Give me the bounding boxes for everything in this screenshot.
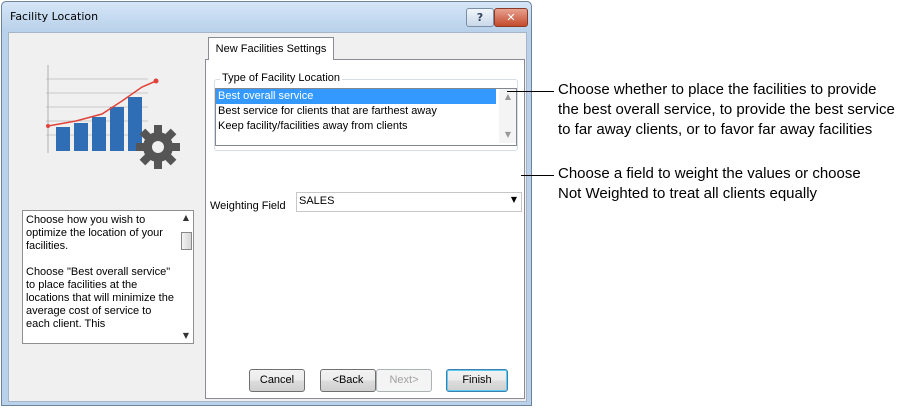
weighting-field-label: Weighting Field <box>210 200 286 212</box>
facility-type-list[interactable]: Best overall service Best service for cl… <box>215 88 517 146</box>
settings-tab-area: New Facilities Settings Type of Facility… <box>205 37 525 399</box>
tab-panel: Type of Facility Location Best overall s… <box>205 59 525 399</box>
scroll-down-icon[interactable]: ▼ <box>501 128 515 142</box>
left-panel: Choose how you wish to optimize the loca… <box>14 37 197 399</box>
scroll-down-icon[interactable]: ▼ <box>179 329 193 343</box>
callout-leader-line <box>521 175 554 176</box>
cancel-button[interactable]: Cancel <box>249 369 305 392</box>
weighting-callout: Choose a field to weight the values or c… <box>558 164 898 204</box>
help-scrollbar[interactable]: ▲ ▼ <box>179 211 193 343</box>
callout-line: Not Weighted to treat all clients equall… <box>558 185 818 202</box>
help-text-box[interactable]: Choose how you wish to optimize the loca… <box>22 210 194 344</box>
weighting-field-value: SALES <box>299 195 335 207</box>
callout-line: Choose a field to weight the values or c… <box>558 165 861 182</box>
title-bar: Facility Location ? ✕ <box>2 2 531 31</box>
back-button[interactable]: <Back <box>320 369 376 392</box>
facility-type-group: Type of Facility Location Best overall s… <box>214 72 518 151</box>
type-callout: Choose whether to place the facilities t… <box>558 80 898 140</box>
chevron-down-icon[interactable]: ▼ <box>511 195 517 204</box>
list-scrollbar[interactable]: ▲ ▼ <box>499 89 516 143</box>
help-button[interactable]: ? <box>466 8 494 27</box>
facility-location-dialog: Facility Location ? ✕ Choose how you wis… <box>1 1 532 406</box>
finish-button[interactable]: Finish <box>446 369 508 392</box>
facility-type-label: Type of Facility Location <box>220 72 343 84</box>
dialog-body: Choose how you wish to optimize the loca… <box>8 32 527 402</box>
close-button[interactable]: ✕ <box>494 8 528 27</box>
help-paragraph: Choose how you wish to optimize the loca… <box>26 214 163 252</box>
window-title: Facility Location <box>10 10 99 23</box>
wizard-illustration <box>18 37 192 205</box>
bar-chart-with-gear-icon <box>46 65 180 169</box>
scroll-up-icon[interactable]: ▲ <box>179 211 193 225</box>
help-text: Choose how you wish to optimize the loca… <box>26 214 176 340</box>
tab-new-facilities-settings[interactable]: New Facilities Settings <box>208 37 334 60</box>
callout-leader-line <box>507 91 554 92</box>
next-button[interactable]: Next> <box>376 369 432 392</box>
list-item[interactable]: Best overall service <box>216 89 496 104</box>
callout-line: the best overall service, to provide the… <box>558 101 895 118</box>
help-paragraph: Choose "Best overall service" to place f… <box>26 266 174 330</box>
scroll-up-icon[interactable]: ▲ <box>501 90 515 104</box>
weighting-field-dropdown[interactable]: SALES ▼ <box>296 192 522 212</box>
callout-line: to far away clients, or to favor far awa… <box>558 121 873 138</box>
callout-line: Choose whether to place the facilities t… <box>558 81 877 98</box>
list-item[interactable]: Keep facility/facilities away from clien… <box>216 119 496 134</box>
list-item[interactable]: Best service for clients that are farthe… <box>216 104 496 119</box>
scroll-thumb[interactable] <box>181 232 192 250</box>
